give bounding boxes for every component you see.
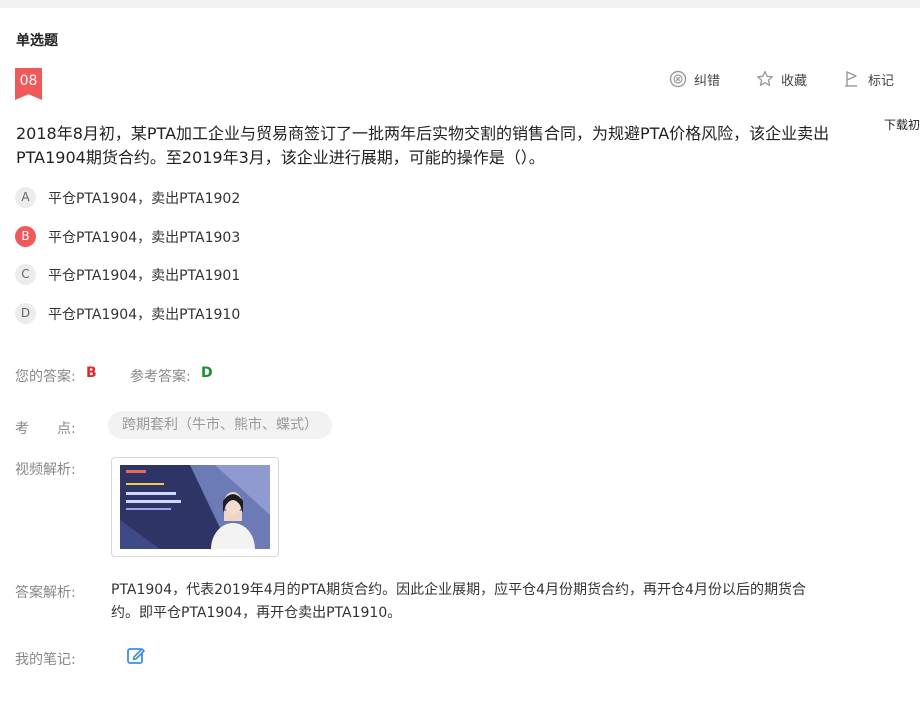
question-stem: 2018年8月初，某PTA加工企业与贸易商签订了一批两年后实物交割的销售合同，为… xyxy=(16,124,830,167)
option-letter-selected: B xyxy=(15,226,36,247)
option-c[interactable]: C 平仓PTA1904，卖出PTA1901 xyxy=(15,264,240,285)
answer-explanation-label: 答案解析: xyxy=(15,585,76,601)
report-error-button[interactable]: 纠错 xyxy=(669,68,720,90)
error-icon xyxy=(669,70,687,88)
option-d[interactable]: D 平仓PTA1904，卖出PTA1910 xyxy=(15,303,240,324)
video-thumbnail[interactable] xyxy=(111,457,279,557)
your-answer-value: B xyxy=(86,365,97,381)
question-actions: 纠错 收藏 标记 xyxy=(633,68,894,90)
download-side-tab[interactable]: 下载初 xyxy=(884,116,920,133)
answer-explanation-text: PTA1904，代表2019年4月的PTA期货合约。因此企业展期，应平仓4月份期… xyxy=(111,582,806,621)
reference-answer-label: 参考答案: xyxy=(130,369,191,385)
option-text: 平仓PTA1904，卖出PTA1901 xyxy=(48,267,241,284)
option-text: 平仓PTA1904，卖出PTA1903 xyxy=(48,229,241,246)
question-type: 单选题 xyxy=(16,33,58,49)
option-letter: A xyxy=(15,187,36,208)
mark-label: 标记 xyxy=(867,73,894,89)
knowledge-point-tag[interactable]: 跨期套利（牛市、熊市、蝶式） xyxy=(108,411,332,439)
report-error-label: 纠错 xyxy=(693,73,720,89)
option-letter: C xyxy=(15,264,36,285)
mark-button[interactable]: 标记 xyxy=(843,68,894,90)
your-answer-label: 您的答案: xyxy=(15,369,76,385)
option-text: 平仓PTA1904，卖出PTA1910 xyxy=(48,306,241,323)
edit-note-button[interactable] xyxy=(126,645,146,665)
knowledge-point-label: 考 点: xyxy=(15,421,76,437)
option-text: 平仓PTA1904，卖出PTA1902 xyxy=(48,190,241,207)
presenter-image xyxy=(120,465,270,549)
option-b[interactable]: B 平仓PTA1904，卖出PTA1903 xyxy=(15,226,240,247)
my-notes-label: 我的笔记: xyxy=(15,652,76,668)
star-icon xyxy=(757,70,773,87)
favorite-label: 收藏 xyxy=(780,73,807,89)
option-letter: D xyxy=(15,303,36,324)
favorite-button[interactable]: 收藏 xyxy=(756,68,807,90)
top-bar xyxy=(0,0,920,8)
reference-answer-value: D xyxy=(201,365,213,381)
video-frame xyxy=(120,465,270,549)
video-analysis-label: 视频解析: xyxy=(15,462,76,478)
edit-icon xyxy=(127,648,145,664)
option-a[interactable]: A 平仓PTA1904，卖出PTA1902 xyxy=(15,187,240,208)
question-number-badge: 08 xyxy=(15,68,42,100)
flag-icon xyxy=(844,71,857,87)
